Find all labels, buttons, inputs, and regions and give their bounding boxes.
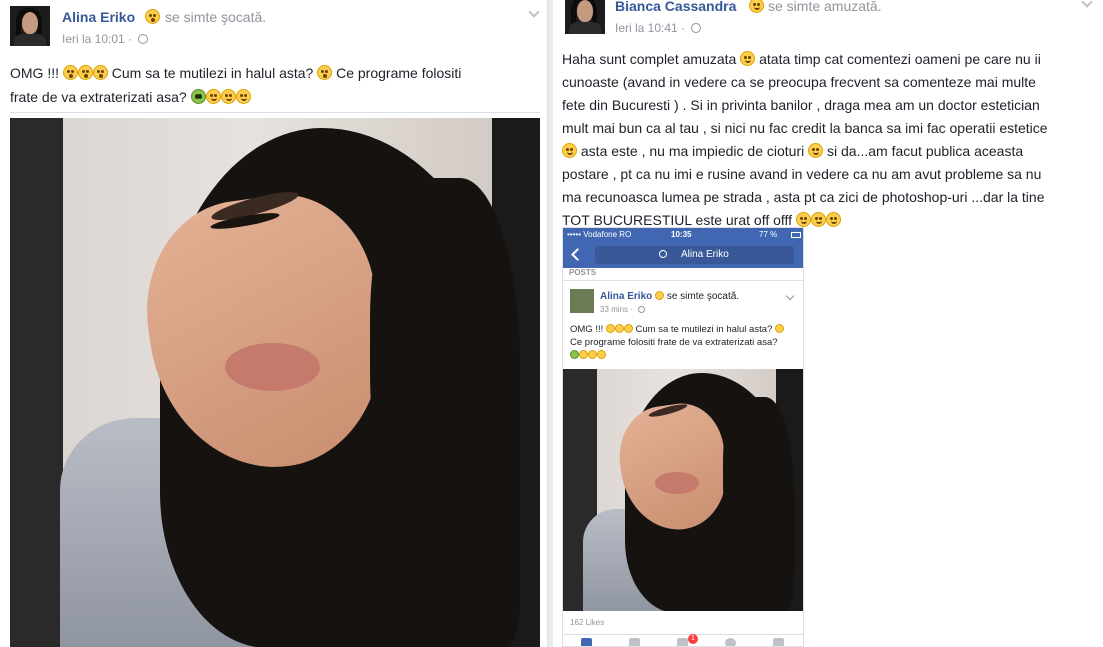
text-segment: atata timp cat comentezi oameni pe care … (759, 51, 1041, 67)
text-segment: TOT BUCURESTIUL este urat off offf (562, 212, 793, 228)
screaming-emoji-icon (317, 65, 333, 80)
text-segment: frate de va extraterizati asa? (10, 89, 187, 105)
text-segment: Cum sa te mutilezi in halul asta? (635, 324, 773, 335)
news-feed-icon[interactable] (581, 638, 592, 646)
post-text: OMG !!! Cum sa te mutilezi in halul asta… (10, 61, 540, 109)
laughing-emoji-icon (205, 89, 221, 104)
timestamp-text[interactable]: Ieri la 10:41 (615, 21, 678, 35)
alien-emoji-icon (570, 350, 579, 359)
posts-section-label: POSTS (569, 268, 597, 277)
phone-likes-count[interactable]: 162 Likes (570, 618, 604, 627)
shocked-emoji-icon (62, 65, 78, 80)
text-segment: fete din Bucuresti ) . Si in privinta ba… (562, 97, 1040, 113)
phone-post-author[interactable]: Alina Eriko (600, 291, 652, 302)
bianca-avatar[interactable] (565, 0, 605, 34)
laughing-emoji-icon (579, 350, 588, 359)
messenger-icon[interactable] (677, 638, 688, 646)
alina-avatar[interactable] (10, 6, 50, 46)
phone-status-bar: ••••• Vodafone RO 10:35 77 % (563, 228, 803, 242)
laughing-emoji-icon (562, 143, 577, 158)
shocked-emoji-icon (92, 65, 108, 80)
post-author[interactable]: Alina Eriko (62, 9, 135, 25)
phone-author-avatar[interactable] (570, 289, 594, 313)
laughing-emoji-icon (810, 212, 826, 227)
phone-search-field[interactable]: Alina Eriko (595, 246, 794, 264)
search-icon (659, 250, 667, 258)
post-timestamp[interactable]: Ieri la 10:41 · (615, 21, 702, 35)
globe-icon (691, 23, 702, 33)
text-segment: asta este , nu ma impiedic de cioturi (580, 143, 805, 159)
laughing-emoji-icon (220, 89, 236, 104)
laughing-emoji-icon (825, 212, 841, 227)
menu-icon[interactable] (773, 638, 784, 646)
shocked-emoji-icon (623, 324, 633, 333)
globe-icon[interactable] (725, 638, 736, 646)
text-segment: mult mai bun ca al tau , si nici nu fac … (562, 120, 1048, 136)
screaming-emoji-icon (774, 324, 784, 333)
laughing-emoji-icon (749, 0, 764, 13)
alien-emoji-icon (190, 89, 206, 104)
selfie-photo[interactable] (10, 118, 540, 647)
shocked-emoji-icon (145, 9, 160, 24)
search-text: Alina Eriko (681, 249, 729, 260)
carrier-label: ••••• Vodafone RO (567, 230, 632, 239)
globe-icon (138, 34, 149, 44)
notification-badge: 1 (688, 634, 698, 644)
phone-post-photo[interactable] (563, 369, 803, 611)
text-segment: si da...am facut publica aceasta (827, 143, 1024, 159)
laughing-emoji-icon (588, 350, 597, 359)
shocked-emoji-icon (605, 324, 615, 333)
timestamp-text[interactable]: Ieri la 10:01 (62, 32, 125, 46)
text-segment: OMG !!! (10, 65, 59, 81)
phone-post-header: Alina Eriko se simte şocată. (600, 291, 739, 302)
laughing-emoji-icon (597, 350, 606, 359)
phone-bottom-nav: 1 (563, 634, 803, 646)
shocked-emoji-icon (77, 65, 93, 80)
laughing-emoji-icon (740, 51, 756, 66)
post-author[interactable]: Bianca Cassandra (615, 0, 736, 14)
globe-icon (638, 306, 646, 313)
laughing-emoji-icon (808, 143, 824, 158)
phone-post-card: Alina Eriko se simte şocată. 33 mins · O… (563, 280, 803, 611)
post-feeling: se simte şocată. (165, 9, 267, 25)
phone-time-text: 33 mins (600, 305, 629, 314)
shocked-emoji-icon (614, 324, 624, 333)
left-post: Alina Eriko se simte şocată. Ieri la 10:… (0, 0, 548, 647)
text-segment: Haha sunt complet amuzata (562, 51, 737, 67)
clock-label: 10:35 (671, 230, 692, 239)
phone-post-text: OMG !!! Cum sa te mutilezi in halul asta… (570, 323, 800, 362)
divider (10, 112, 540, 113)
phone-post-time: 33 mins · (600, 305, 646, 314)
battery-icon (791, 232, 801, 238)
phone-screenshot[interactable]: ••••• Vodafone RO 10:35 77 % Alina Eriko… (562, 227, 804, 647)
text-segment: Ce programe folositi (336, 65, 462, 81)
phone-nav-bar: Alina Eriko (563, 242, 803, 268)
post-feeling: se simte amuzată. (768, 0, 882, 14)
text-segment: OMG !!! (570, 324, 604, 335)
text-segment: ma recunoasca lumea pe strada , asta pt … (562, 189, 1045, 205)
post-timestamp[interactable]: Ieri la 10:01 · (62, 32, 149, 46)
post-text: Haha sunt complet amuzata atata timp cat… (562, 48, 1097, 232)
shocked-emoji-icon (655, 291, 665, 300)
text-segment: cunoaste (avand in vedere ca se preocupa… (562, 74, 1036, 90)
text-segment: Ce programe folositi frate de va extrate… (570, 337, 778, 348)
text-segment: Cum sa te mutilezi in halul asta? (111, 65, 314, 81)
chevron-down-icon[interactable] (785, 291, 795, 301)
chevron-down-icon[interactable] (1081, 0, 1093, 8)
back-arrow-icon[interactable] (571, 248, 584, 261)
phone-post-feeling: se simte şocată. (666, 291, 740, 302)
battery-label: 77 % (759, 230, 778, 239)
chevron-down-icon[interactable] (528, 6, 540, 18)
laughing-emoji-icon (235, 89, 251, 104)
friends-icon[interactable] (629, 638, 640, 646)
laughing-emoji-icon (795, 212, 811, 227)
text-segment: postare , pt ca nu imi e rusine avand in… (562, 166, 1042, 182)
